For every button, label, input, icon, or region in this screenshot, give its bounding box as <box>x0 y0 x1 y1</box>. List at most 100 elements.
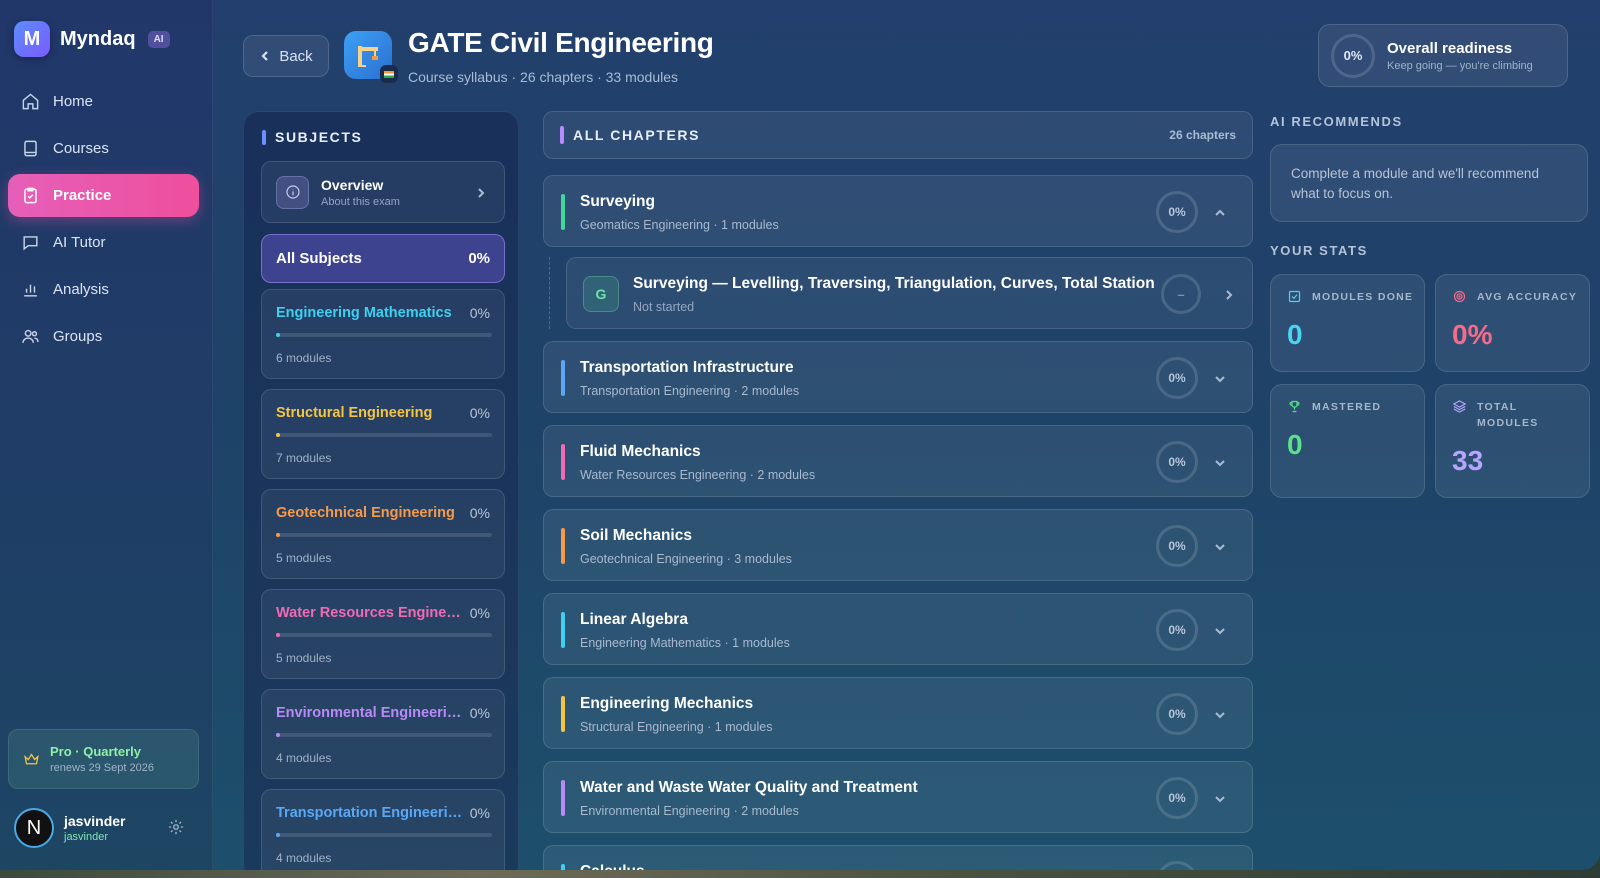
india-flag-icon <box>380 65 398 83</box>
stat-avg-accuracy: AVG ACCURACY 0% <box>1435 274 1590 372</box>
chapter-card[interactable]: Engineering Mechanics Structural Engineer… <box>543 677 1253 749</box>
chapter-accent <box>561 864 565 870</box>
overview-item[interactable]: Overview About this exam <box>261 161 505 223</box>
nav-item-ai-tutor[interactable]: AI Tutor <box>8 221 199 264</box>
subject-progress-fill <box>276 633 280 637</box>
subject-pct: 0% <box>469 805 490 821</box>
chapters-label: ALL CHAPTERS <box>573 127 701 143</box>
subject-card[interactable]: Transportation Engineering 0% 4 modules <box>261 789 505 870</box>
subject-card[interactable]: Engineering Mathematics 0% 6 modules <box>261 289 505 379</box>
heading-accent <box>560 126 564 144</box>
chevron-right-icon <box>1223 288 1235 306</box>
subject-pct: 0% <box>469 705 490 721</box>
chapter-subtitle: Environmental Engineering · 2 modules <box>580 804 799 818</box>
your-stats-heading: YOUR STATS <box>1270 243 1368 258</box>
target-icon <box>1453 290 1466 303</box>
subject-progress-track <box>276 533 492 537</box>
subject-modules: 4 modules <box>276 751 332 765</box>
chevron-down-icon[interactable] <box>1214 540 1226 558</box>
subject-name: Engineering Mathematics <box>276 305 452 321</box>
subject-progress-track <box>276 433 492 437</box>
trophy-icon <box>1289 400 1300 413</box>
subject-name: Environmental Engineering <box>276 705 464 721</box>
chapter-card[interactable]: Water and Waste Water Quality and Treatm… <box>543 761 1253 833</box>
back-button[interactable]: Back <box>243 35 329 77</box>
module-row[interactable]: G Surveying — Levelling, Traversing, Tri… <box>566 257 1253 329</box>
chapter-progress-ring: 0% <box>1156 525 1198 567</box>
info-icon <box>276 175 309 209</box>
stat-label: TOTAL MODULES <box>1477 401 1539 429</box>
readiness-subtitle: Keep going — you're climbing <box>1387 59 1533 72</box>
subject-pct: 0% <box>469 605 490 621</box>
subject-card[interactable]: Structural Engineering 0% 7 modules <box>261 389 505 479</box>
stat-modules-done: MODULES DONE 0 <box>1270 274 1425 372</box>
crown-icon <box>24 752 39 764</box>
crane-icon <box>358 46 378 67</box>
nav-item-practice[interactable]: Practice <box>8 174 199 217</box>
chevron-right-icon <box>475 186 487 204</box>
bar-chart-icon <box>24 284 37 297</box>
plan-card[interactable]: Pro · Quarterly renews 29 Sept 2026 <box>8 729 199 789</box>
sidebar: M Myndaq AI Home Courses Practice AI Tut… <box>0 0 213 870</box>
nav-item-courses[interactable]: Courses <box>8 127 199 170</box>
subject-card[interactable]: Geotechnical Engineering 0% 5 modules <box>261 489 505 579</box>
course-icon <box>344 31 398 83</box>
chapter-subtitle: Geomatics Engineering · 1 modules <box>580 218 779 232</box>
book-icon <box>24 140 37 157</box>
chapters-heading: ALL CHAPTERS <box>560 126 700 144</box>
chapter-title: Transportation Infrastructure <box>580 359 794 376</box>
subject-card[interactable]: Water Resources Engineering 0% 5 modules <box>261 589 505 679</box>
chapter-title: Surveying <box>580 193 655 210</box>
chevron-up-icon[interactable] <box>1214 206 1226 224</box>
layers-icon <box>1452 400 1467 413</box>
chapter-accent <box>561 194 565 230</box>
brand[interactable]: M Myndaq AI <box>14 21 170 57</box>
subject-progress-track <box>276 633 492 637</box>
chapter-progress-ring <box>1156 861 1198 870</box>
settings-button[interactable] <box>167 818 185 841</box>
user-name: jasvinder <box>64 813 126 829</box>
stat-label: MASTERED <box>1312 401 1382 413</box>
chapter-subtitle: Engineering Mathematics · 1 modules <box>580 636 790 650</box>
subject-name: Transportation Engineering <box>276 805 464 821</box>
subject-progress-track <box>276 733 492 737</box>
all-subjects-pct: 0% <box>468 250 490 267</box>
chapter-card[interactable]: Fluid Mechanics Water Resources Engineeri… <box>543 425 1253 497</box>
chevron-down-icon[interactable] <box>1214 456 1226 474</box>
subject-modules: 5 modules <box>276 651 332 665</box>
subject-progress-track <box>276 333 492 337</box>
nav-item-analysis[interactable]: Analysis <box>8 268 199 311</box>
brand-logo: M <box>14 21 50 57</box>
nav-item-groups[interactable]: Groups <box>8 315 199 358</box>
chevron-down-icon[interactable] <box>1214 792 1226 810</box>
chapter-subtitle: Transportation Engineering · 2 modules <box>580 384 800 398</box>
chapter-accent <box>561 780 565 816</box>
subject-progress-fill <box>276 433 280 437</box>
chapter-progress-ring: 0% <box>1156 357 1198 399</box>
subject-name: Structural Engineering <box>276 405 433 421</box>
chapter-card[interactable]: Soil Mechanics Geotechnical Engineering ·… <box>543 509 1253 581</box>
chevron-down-icon[interactable] <box>1214 372 1226 390</box>
chapter-progress-ring: 0% <box>1156 777 1198 819</box>
chevron-down-icon[interactable] <box>1214 708 1226 726</box>
clipboard-icon <box>24 187 37 204</box>
stat-label: MODULES DONE <box>1312 291 1414 303</box>
chapter-card[interactable]: Calculus <box>543 845 1253 870</box>
user-profile[interactable]: N jasvinder jasvinder <box>14 804 199 852</box>
subjects-heading: SUBJECTS <box>262 129 362 145</box>
module-letter: G <box>583 276 619 312</box>
chapter-accent <box>561 612 565 648</box>
nav-item-label: Practice <box>53 187 112 204</box>
chapter-accent <box>561 696 565 732</box>
chapter-card[interactable]: Transportation Infrastructure Transportat… <box>543 341 1253 413</box>
chevron-down-icon[interactable] <box>1214 624 1226 642</box>
module-progress-ring: – <box>1161 274 1201 314</box>
chapter-card[interactable]: Linear Algebra Engineering Mathematics · … <box>543 593 1253 665</box>
stat-value: 0% <box>1452 319 1493 350</box>
chapter-card[interactable]: Surveying Geomatics Engineering · 1 modul… <box>543 175 1253 247</box>
main-nav: Home Courses Practice AI Tutor Analysis … <box>8 80 199 362</box>
stat-value: 33 <box>1452 445 1484 476</box>
subject-card[interactable]: Environmental Engineering 0% 4 modules <box>261 689 505 779</box>
all-subjects-filter[interactable]: All Subjects 0% <box>261 234 505 283</box>
nav-item-home[interactable]: Home <box>8 80 199 123</box>
